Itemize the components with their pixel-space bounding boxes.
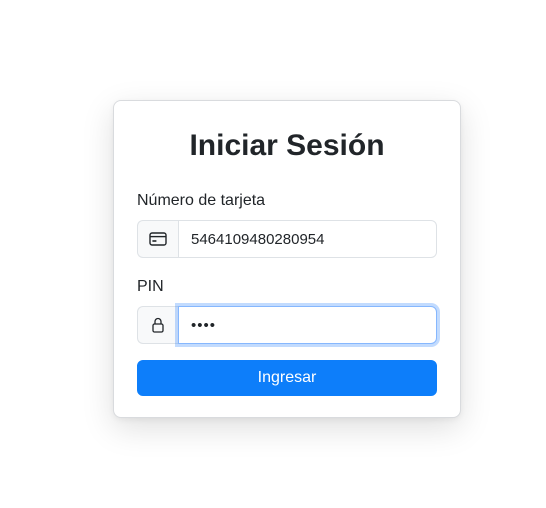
- page-title: Iniciar Sesión: [189, 129, 385, 162]
- card-number-value: 5464109480280954: [191, 230, 325, 248]
- login-card: Iniciar Sesión Número de tarjeta 5464109…: [113, 100, 461, 418]
- credit-card-icon: [149, 232, 167, 246]
- card-number-group: 5464109480280954: [137, 220, 437, 258]
- pin-addon: [137, 306, 178, 344]
- login-button[interactable]: Ingresar: [137, 360, 437, 396]
- card-number-addon: [137, 220, 178, 258]
- card-number-label: Número de tarjeta: [137, 192, 266, 209]
- pin-group: ••••: [137, 306, 437, 344]
- pin-masked-value: ••••: [191, 316, 217, 334]
- pin-label: PIN: [137, 278, 164, 295]
- lock-icon: [152, 317, 164, 333]
- pin-input[interactable]: ••••: [178, 306, 437, 344]
- card-number-input[interactable]: 5464109480280954: [178, 220, 437, 258]
